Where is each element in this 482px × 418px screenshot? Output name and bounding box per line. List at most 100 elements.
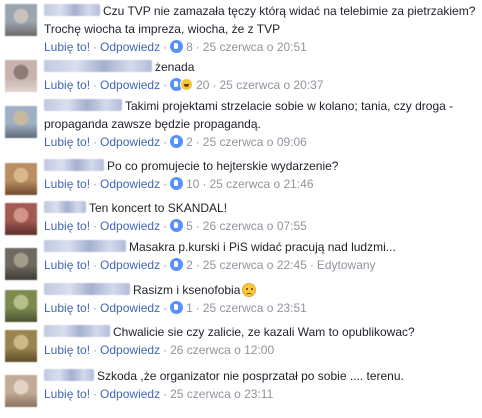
separator-dot: ·: [163, 343, 168, 357]
separator-dot: ·: [195, 301, 200, 315]
comment-body: Ten koncert to SKANDAL! Lubię to! · Odpowie…: [44, 199, 478, 234]
reaction-count[interactable]: 2: [186, 258, 193, 272]
comment-message: Po co promujecie to hejterskie wydarzeni…: [107, 159, 339, 173]
reply-link[interactable]: Odpowiedz: [100, 40, 160, 54]
comment-timestamp[interactable]: 25 czerwca o 22:45: [203, 258, 307, 272]
author-name-blurred[interactable]: [44, 99, 122, 111]
comment-timestamp[interactable]: 25 czerwca o 09:06: [203, 135, 307, 149]
author-name-blurred[interactable]: [44, 283, 130, 295]
reaction-count[interactable]: 1: [186, 301, 193, 315]
comment-message: Ten koncert to SKANDAL!: [89, 201, 228, 215]
like-link[interactable]: Lubię to!: [44, 258, 90, 272]
like-reaction-icon[interactable]: [170, 177, 184, 190]
author-name-blurred[interactable]: [44, 369, 94, 381]
like-link[interactable]: Lubię to!: [44, 301, 90, 315]
comment-timestamp[interactable]: 25 czerwca o 20:51: [203, 40, 307, 54]
separator-dot: ·: [93, 135, 98, 149]
author-name-blurred[interactable]: [44, 60, 152, 72]
reply-link[interactable]: Odpowiedz: [100, 177, 160, 191]
reply-link[interactable]: Odpowiedz: [100, 78, 160, 92]
like-reaction-icon[interactable]: [170, 301, 184, 314]
separator-dot: ·: [93, 301, 98, 315]
separator-dot: ·: [93, 177, 98, 191]
reaction-count[interactable]: 8: [186, 40, 193, 54]
comment-text: Szkoda ,że organizator nie posprzatał po…: [44, 367, 478, 385]
separator-dot: ·: [163, 177, 168, 191]
reply-link[interactable]: Odpowiedz: [100, 258, 160, 272]
separator-dot: ·: [195, 40, 200, 54]
reaction-count[interactable]: 10: [186, 177, 199, 191]
like-reaction-icon[interactable]: [170, 135, 184, 148]
reply-link[interactable]: Odpowiedz: [100, 301, 160, 315]
like-link[interactable]: Lubię to!: [44, 40, 90, 54]
comment-body: Takimi projektami strzelacie sobie w kol…: [44, 97, 478, 150]
like-reaction-icon[interactable]: [170, 40, 184, 53]
avatar[interactable]: [5, 4, 37, 36]
author-name-blurred[interactable]: [44, 4, 100, 16]
separator-dot: ·: [163, 135, 168, 149]
avatar[interactable]: [5, 106, 37, 138]
like-reaction-icon[interactable]: [170, 258, 184, 271]
avatar[interactable]: [5, 330, 37, 362]
comment-message: Czu TVP nie zamazała tęczy którą widać n…: [44, 4, 476, 36]
comment-actions: Lubię to! · Odpowiedz · 5 · 26 czerwca o 07:55: [44, 218, 478, 234]
comment-actions: Lubię to! · Odpowiedz · 2 · 25 czerwca o 09:06: [44, 134, 478, 150]
comment-actions: Lubię to! · Odpowiedz · 8 · 25 czerwca o 20:51: [44, 39, 478, 55]
comment-text: Po co promujecie to hejterskie wydarzeni…: [44, 157, 478, 175]
reply-link[interactable]: Odpowiedz: [100, 343, 160, 357]
like-link[interactable]: Lubię to!: [44, 387, 90, 401]
separator-dot: ·: [163, 219, 168, 233]
comment-message: Masakra p.kurski i PiS widać pracują nad…: [129, 240, 396, 254]
separator-dot: ·: [163, 301, 168, 315]
reaction-count[interactable]: 5: [186, 219, 193, 233]
like-link[interactable]: Lubię to!: [44, 343, 90, 357]
comment-body: Masakra p.kurski i PiS widać pracują nad…: [44, 238, 478, 273]
reply-link[interactable]: Odpowiedz: [100, 387, 160, 401]
haha-reaction-icon[interactable]: [180, 78, 194, 91]
reply-link[interactable]: Odpowiedz: [100, 219, 160, 233]
comment-timestamp[interactable]: 25 czerwca o 23:11: [170, 387, 273, 401]
comment-text: Czu TVP nie zamazała tęczy którą widać n…: [44, 2, 478, 38]
edited-label[interactable]: Edytowany: [317, 258, 376, 272]
avatar[interactable]: [5, 375, 37, 407]
separator-dot: ·: [93, 343, 98, 357]
comment-timestamp[interactable]: 25 czerwca o 23:51: [203, 301, 307, 315]
comment-actions: Lubię to! · Odpowiedz · 2 · 25 czerwca o 22:45…: [44, 257, 478, 273]
avatar[interactable]: [5, 203, 37, 235]
comment-text: żenada: [44, 58, 478, 76]
reaction-count[interactable]: 2: [186, 135, 193, 149]
reaction-count[interactable]: 20: [196, 78, 209, 92]
separator-dot: ·: [195, 135, 200, 149]
comment-text: Ten koncert to SKANDAL!: [44, 199, 478, 217]
comment-timestamp[interactable]: 25 czerwca o 20:37: [219, 78, 323, 92]
avatar[interactable]: [5, 60, 37, 92]
comment-timestamp[interactable]: 26 czerwca o 12:00: [170, 343, 274, 357]
author-name-blurred[interactable]: [44, 159, 104, 171]
comment-actions: Lubię to! · Odpowiedz · 20 · 25 czerwca o 20:3…: [44, 77, 478, 93]
comment-timestamp[interactable]: 25 czerwca o 21:46: [209, 177, 313, 191]
author-name-blurred[interactable]: [44, 325, 110, 337]
reply-link[interactable]: Odpowiedz: [100, 135, 160, 149]
author-name-blurred[interactable]: [44, 201, 86, 213]
comment-body: żenada Lubię to! · Odpowiedz · 20 · 25 czerwca …: [44, 58, 478, 93]
separator-dot: ·: [93, 219, 98, 233]
author-name-blurred[interactable]: [44, 240, 126, 252]
comment-timestamp[interactable]: 26 czerwca o 07:55: [203, 219, 307, 233]
comment-text: Rasizm i ksenofobia: [44, 281, 478, 299]
avatar[interactable]: [5, 290, 37, 322]
like-link[interactable]: Lubię to!: [44, 135, 90, 149]
like-link[interactable]: Lubię to!: [44, 78, 90, 92]
separator-dot: ·: [93, 40, 98, 54]
like-link[interactable]: Lubię to!: [44, 219, 90, 233]
comment-text: Takimi projektami strzelacie sobie w kol…: [44, 97, 478, 133]
comment-message: Chwalicie sie czy zalicie, ze kazali Wam…: [113, 325, 415, 339]
separator-dot: ·: [309, 258, 314, 272]
avatar[interactable]: [5, 248, 37, 280]
comment-body: Szkoda ,że organizator nie posprzatał po…: [44, 367, 478, 402]
like-reaction-icon[interactable]: [170, 219, 184, 232]
like-link[interactable]: Lubię to!: [44, 177, 90, 191]
avatar[interactable]: [5, 163, 37, 195]
comment-body: Chwalicie sie czy zalicie, ze kazali Wam…: [44, 323, 478, 358]
comment-body: Po co promujecie to hejterskie wydarzeni…: [44, 157, 478, 192]
comment-actions: Lubię to! · Odpowiedz · 10 · 25 czerwca o 21:4…: [44, 176, 478, 192]
